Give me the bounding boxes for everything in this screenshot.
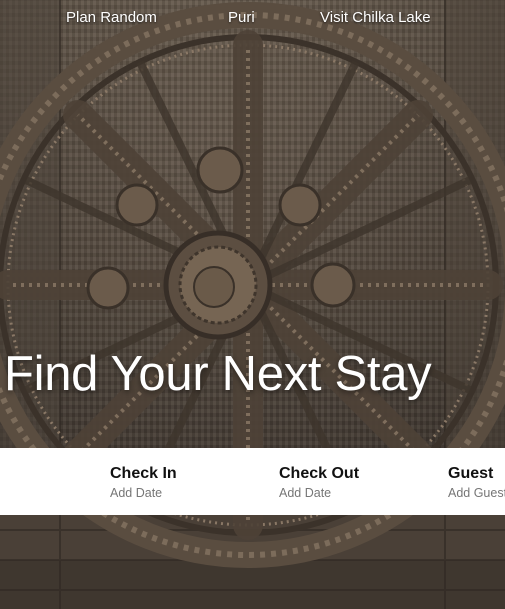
hero-background-image <box>0 0 505 609</box>
check-in-value: Add Date <box>110 486 163 500</box>
guest-label: Guest <box>448 465 494 482</box>
nav-link-visit-chilka-lake[interactable]: Visit Chilka Lake <box>320 9 431 26</box>
top-navigation: Plan Random Puri Visit Chilka Lake <box>0 9 505 29</box>
check-in-label: Check In <box>110 465 177 482</box>
check-out-label: Check Out <box>279 465 360 482</box>
check-out-field[interactable]: Check Out Add Date <box>279 464 359 501</box>
check-out-value: Add Date <box>279 486 332 500</box>
hero-title: Find Your Next Stay <box>4 347 432 401</box>
booking-search-bar: Check In Add Date Check Out Add Date Gue… <box>0 448 505 515</box>
nav-link-puri[interactable]: Puri <box>228 9 255 26</box>
check-in-field[interactable]: Check In Add Date <box>110 464 177 501</box>
guest-field[interactable]: Guest Add Guests <box>448 464 505 501</box>
guest-value: Add Guests <box>448 486 505 500</box>
hero-section: Plan Random Puri Visit Chilka Lake Find … <box>0 0 505 609</box>
nav-link-plan-random[interactable]: Plan Random <box>66 9 157 26</box>
